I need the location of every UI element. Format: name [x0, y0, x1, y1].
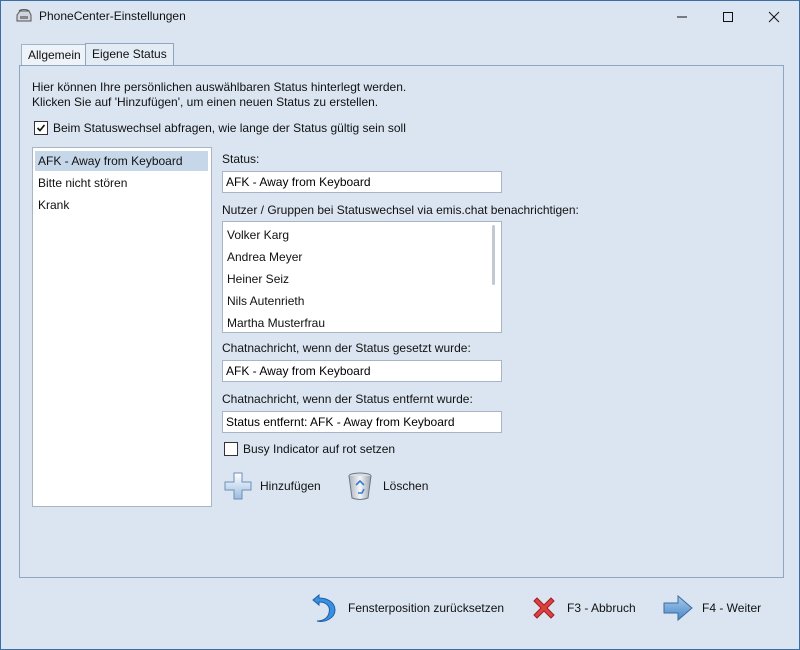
right-arrow-icon — [663, 594, 693, 622]
notify-list-scrollbar[interactable] — [492, 225, 495, 285]
status-list-item[interactable]: Bitte nicht stören — [35, 173, 208, 193]
tab-allgemein[interactable]: Allgemein — [21, 44, 88, 65]
notify-user-item[interactable]: Volker Karg — [224, 225, 289, 245]
close-icon — [768, 11, 780, 22]
removed-message-input[interactable] — [222, 411, 502, 433]
plus-icon — [224, 472, 252, 500]
status-list[interactable]: AFK - Away from Keyboard Bitte nicht stö… — [32, 147, 212, 507]
set-message-label: Chatnachricht, wenn der Status gesetzt w… — [222, 341, 471, 355]
reset-window-position-button[interactable]: Fensterposition zurücksetzen — [311, 591, 504, 625]
status-name-input[interactable] — [222, 171, 502, 193]
phone-app-icon — [16, 9, 32, 23]
minimize-button[interactable] — [659, 1, 705, 32]
notify-user-item[interactable]: Andrea Meyer — [224, 247, 302, 267]
tab-eigene-status[interactable]: Eigene Status — [85, 43, 174, 65]
ask-validity-checkbox[interactable] — [34, 121, 48, 135]
undo-arrow-icon — [312, 593, 336, 622]
red-x-icon — [533, 597, 555, 619]
cancel-button-label: F3 - Abbruch — [567, 601, 636, 615]
notify-label: Nutzer / Gruppen bei Statuswechsel via e… — [222, 203, 579, 217]
tab-panel-eigene-status: Hier können Ihre persönlichen auswählbar… — [19, 65, 784, 578]
status-list-item[interactable]: Krank — [35, 195, 208, 215]
cancel-button[interactable]: F3 - Abbruch — [530, 594, 636, 622]
add-button[interactable]: Hinzufügen — [223, 471, 321, 501]
notify-user-item[interactable]: Martha Musterfrau — [224, 313, 325, 332]
notify-user-item[interactable]: Heiner Seiz — [224, 269, 289, 289]
description-line-2: Klicken Sie auf 'Hinzufügen', um einen n… — [32, 95, 379, 109]
close-button[interactable] — [751, 1, 797, 32]
description-line-1: Hier können Ihre persönlichen auswählbar… — [32, 80, 407, 94]
window-title: PhoneCenter-Einstellungen — [39, 9, 186, 23]
ask-validity-option[interactable]: Beim Statuswechsel abfragen, wie lange d… — [34, 121, 406, 135]
notify-user-item[interactable]: Nils Autenrieth — [224, 291, 304, 311]
reset-window-position-label: Fensterposition zurücksetzen — [348, 601, 505, 615]
recycle-bin-icon — [348, 472, 372, 500]
delete-button-label: Löschen — [383, 479, 429, 493]
busy-indicator-checkbox[interactable] — [224, 442, 238, 456]
title-bar[interactable]: PhoneCenter-Einstellungen — [1, 1, 799, 32]
status-list-item[interactable]: AFK - Away from Keyboard — [35, 151, 208, 171]
removed-message-label: Chatnachricht, wenn der Status entfernt … — [222, 392, 473, 406]
set-message-input[interactable] — [222, 360, 502, 382]
notify-users-list[interactable]: Volker Karg Andrea Meyer Heiner Seiz Nil… — [222, 221, 502, 333]
maximize-button[interactable] — [705, 1, 751, 32]
checkmark-icon — [36, 124, 46, 132]
ask-validity-label: Beim Statuswechsel abfragen, wie lange d… — [53, 121, 406, 135]
settings-window: PhoneCenter-Einstellungen Allgemein Eige… — [0, 0, 800, 650]
status-label: Status: — [222, 152, 260, 166]
busy-indicator-label: Busy Indicator auf rot setzen — [243, 442, 396, 456]
maximize-icon — [723, 11, 733, 22]
next-button[interactable]: F4 - Weiter — [662, 594, 761, 622]
add-button-label: Hinzufügen — [260, 479, 321, 493]
busy-indicator-option[interactable]: Busy Indicator auf rot setzen — [224, 442, 395, 456]
minimize-icon — [677, 16, 687, 17]
next-button-label: F4 - Weiter — [702, 601, 762, 615]
delete-button[interactable]: Löschen — [346, 471, 428, 501]
